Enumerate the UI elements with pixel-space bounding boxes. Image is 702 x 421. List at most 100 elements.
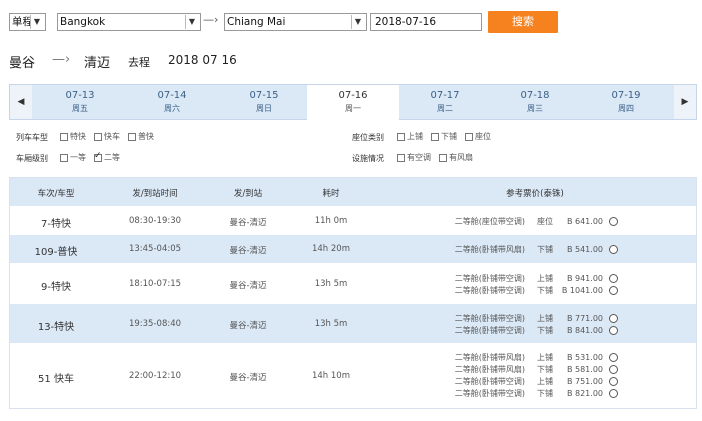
radio-button[interactable] bbox=[609, 216, 618, 226]
radio-button[interactable] bbox=[609, 313, 618, 323]
checkbox-second-class[interactable]: 二等 bbox=[94, 151, 120, 163]
price-option[interactable]: 二等舱(卧铺带空调) 上铺 B 771.00 bbox=[437, 312, 618, 324]
radio-button[interactable] bbox=[609, 364, 618, 374]
trip-type-value: 单程 bbox=[12, 16, 30, 28]
checkbox-seat[interactable]: 座位 bbox=[465, 131, 491, 142]
checkbox-label: 一等 bbox=[70, 153, 86, 162]
price-option[interactable]: 二等舱(卧铺带空调) 上铺 B 751.00 bbox=[437, 375, 618, 387]
date-tab[interactable]: 07-19 周四 bbox=[580, 85, 672, 119]
checkbox-lower-berth[interactable]: 下铺 bbox=[431, 131, 457, 142]
facilities-options: 有空调 有风扇 bbox=[397, 152, 473, 163]
stations: 曼谷-清迈 bbox=[229, 373, 267, 383]
price-amount: B 821.00 bbox=[566, 388, 603, 398]
checkbox-express[interactable]: 特快 bbox=[60, 131, 86, 142]
price-option[interactable]: 二等舱(座位带空调) 座位 B 641.00 bbox=[437, 215, 618, 227]
price-amount: B 541.00 bbox=[566, 244, 603, 254]
car-class-options: 一等 二等 bbox=[60, 151, 120, 163]
price-option[interactable]: 二等舱(卧铺带空调) 下铺 B 841.00 bbox=[437, 324, 618, 336]
date-tab[interactable]: 07-13 周五 bbox=[34, 85, 126, 119]
radio-button[interactable] bbox=[609, 273, 618, 283]
price-option[interactable]: 二等舱(卧铺带空调) 下铺 B 1041.00 bbox=[437, 284, 618, 296]
date-selector: ◀ 07-13 周五 07-14 周六 07-15 周日 07-16 周一 07-17 周… bbox=[9, 84, 697, 121]
search-button[interactable]: 搜索 bbox=[488, 11, 558, 33]
prev-date-button[interactable]: ◀ bbox=[10, 85, 32, 119]
price-option[interactable]: 二等舱(卧铺带风扇) 下铺 B 581.00 bbox=[437, 363, 618, 375]
price-option[interactable]: 二等舱(卧铺带空调) 上铺 B 941.00 bbox=[437, 272, 618, 284]
radio-button[interactable] bbox=[609, 244, 618, 254]
checkbox-box[interactable] bbox=[397, 132, 405, 141]
date-tab-weekday: 周六 bbox=[164, 104, 180, 113]
price-option[interactable]: 二等舱(卧铺带风扇) 上铺 B 531.00 bbox=[437, 351, 618, 363]
checkbox-box[interactable] bbox=[431, 132, 439, 141]
duration: 11h 0m bbox=[314, 216, 348, 226]
date-tab[interactable]: 07-18 周三 bbox=[489, 85, 581, 119]
checkbox-ordinary[interactable]: 普快 bbox=[128, 131, 154, 142]
date-input[interactable]: 2018-07-16 bbox=[370, 13, 482, 31]
price-class: 二等舱(卧铺带空调) bbox=[454, 273, 525, 283]
route-arrow: —› bbox=[203, 13, 219, 26]
checkbox-label: 有空调 bbox=[407, 153, 431, 162]
checkbox-box[interactable] bbox=[397, 153, 405, 162]
price-seat: 上铺 bbox=[537, 376, 553, 386]
radio-button[interactable] bbox=[609, 325, 618, 335]
departure-arrival-time: 22:00-12:10 bbox=[128, 371, 182, 381]
header-train: 车次/车型 bbox=[37, 189, 75, 199]
route-arrow-icon: —› bbox=[52, 52, 71, 67]
checkbox-first-class[interactable]: 一等 bbox=[60, 152, 86, 163]
duration: 13h 5m bbox=[314, 279, 348, 289]
date-tab-active[interactable]: 07-16 周一 bbox=[307, 85, 399, 121]
checkbox-box-checked[interactable] bbox=[94, 151, 102, 162]
checkbox-box[interactable] bbox=[439, 153, 447, 162]
date-tab[interactable]: 07-15 周日 bbox=[218, 85, 310, 119]
checkbox-label: 下铺 bbox=[441, 132, 457, 141]
date-tab-weekday: 周一 bbox=[345, 104, 361, 113]
checkbox-air-conditioning[interactable]: 有空调 bbox=[397, 152, 431, 163]
radio-button[interactable] bbox=[609, 352, 618, 362]
price-seat: 上铺 bbox=[537, 352, 553, 362]
checkbox-box[interactable] bbox=[60, 132, 68, 141]
price-seat: 下铺 bbox=[537, 364, 553, 374]
checkbox-box[interactable] bbox=[60, 153, 68, 162]
price-amount: B 841.00 bbox=[566, 325, 603, 335]
date-tab[interactable]: 07-14 周六 bbox=[126, 85, 218, 119]
checkbox-label: 快车 bbox=[104, 132, 120, 141]
price-amount: B 1041.00 bbox=[561, 285, 603, 295]
radio-button[interactable] bbox=[609, 388, 618, 398]
table-row: 9-特快 18:10-07:15 曼谷-清迈 13h 5m 二等舱(卧铺带空调)… bbox=[10, 263, 696, 303]
price-option[interactable]: 二等舱(卧铺带空调) 下铺 B 821.00 bbox=[437, 387, 618, 399]
results-table: 车次/车型 发/到站时间 发/到站 耗时 参考票价(泰铢) 7-特快 08:30… bbox=[9, 177, 697, 409]
train-number: 9-特快 bbox=[41, 282, 71, 293]
checkbox-label: 上铺 bbox=[407, 132, 423, 141]
price-class: 二等舱(卧铺带风扇) bbox=[454, 244, 525, 254]
checkbox-box[interactable] bbox=[94, 132, 102, 141]
next-date-button[interactable]: ▶ bbox=[674, 85, 696, 119]
checkbox-upper-berth[interactable]: 上铺 bbox=[397, 131, 423, 142]
date-tab-weekday: 周四 bbox=[618, 104, 634, 113]
checkbox-box[interactable] bbox=[128, 132, 136, 141]
date-tab[interactable]: 07-17 周二 bbox=[399, 85, 491, 119]
price-seat: 下铺 bbox=[537, 388, 553, 398]
radio-button[interactable] bbox=[609, 376, 618, 386]
checkbox-box[interactable] bbox=[465, 132, 473, 141]
checkbox-fast[interactable]: 快车 bbox=[94, 131, 120, 142]
radio-button[interactable] bbox=[609, 285, 618, 295]
duration: 13h 5m bbox=[314, 319, 348, 329]
checkbox-label: 二等 bbox=[104, 153, 120, 162]
trip-type-select[interactable]: 单程 ▼ bbox=[9, 13, 46, 31]
checkbox-label: 普快 bbox=[138, 132, 154, 141]
to-station-select[interactable]: Chiang Mai ▼ bbox=[224, 13, 367, 31]
price-option[interactable]: 二等舱(卧铺带风扇) 下铺 B 541.00 bbox=[437, 243, 618, 255]
from-station-select[interactable]: Bangkok ▼ bbox=[57, 13, 201, 31]
header-stations: 发/到站 bbox=[233, 189, 263, 199]
departure-arrival-time: 19:35-08:40 bbox=[128, 319, 182, 329]
price-amount: B 771.00 bbox=[566, 313, 603, 323]
price-amount: B 751.00 bbox=[566, 376, 603, 386]
price-class: 二等舱(卧铺带风扇) bbox=[454, 364, 525, 374]
duration: 14h 20m bbox=[311, 244, 350, 254]
route-date: 2018 07 16 bbox=[168, 53, 237, 67]
checkbox-fan[interactable]: 有风扇 bbox=[439, 152, 473, 163]
table-row: 13-特快 19:35-08:40 曼谷-清迈 13h 5m 二等舱(卧铺带空调… bbox=[10, 303, 696, 343]
duration: 14h 10m bbox=[311, 371, 350, 381]
chevron-left-icon: ◀ bbox=[17, 97, 25, 107]
train-number: 7-特快 bbox=[41, 219, 71, 230]
